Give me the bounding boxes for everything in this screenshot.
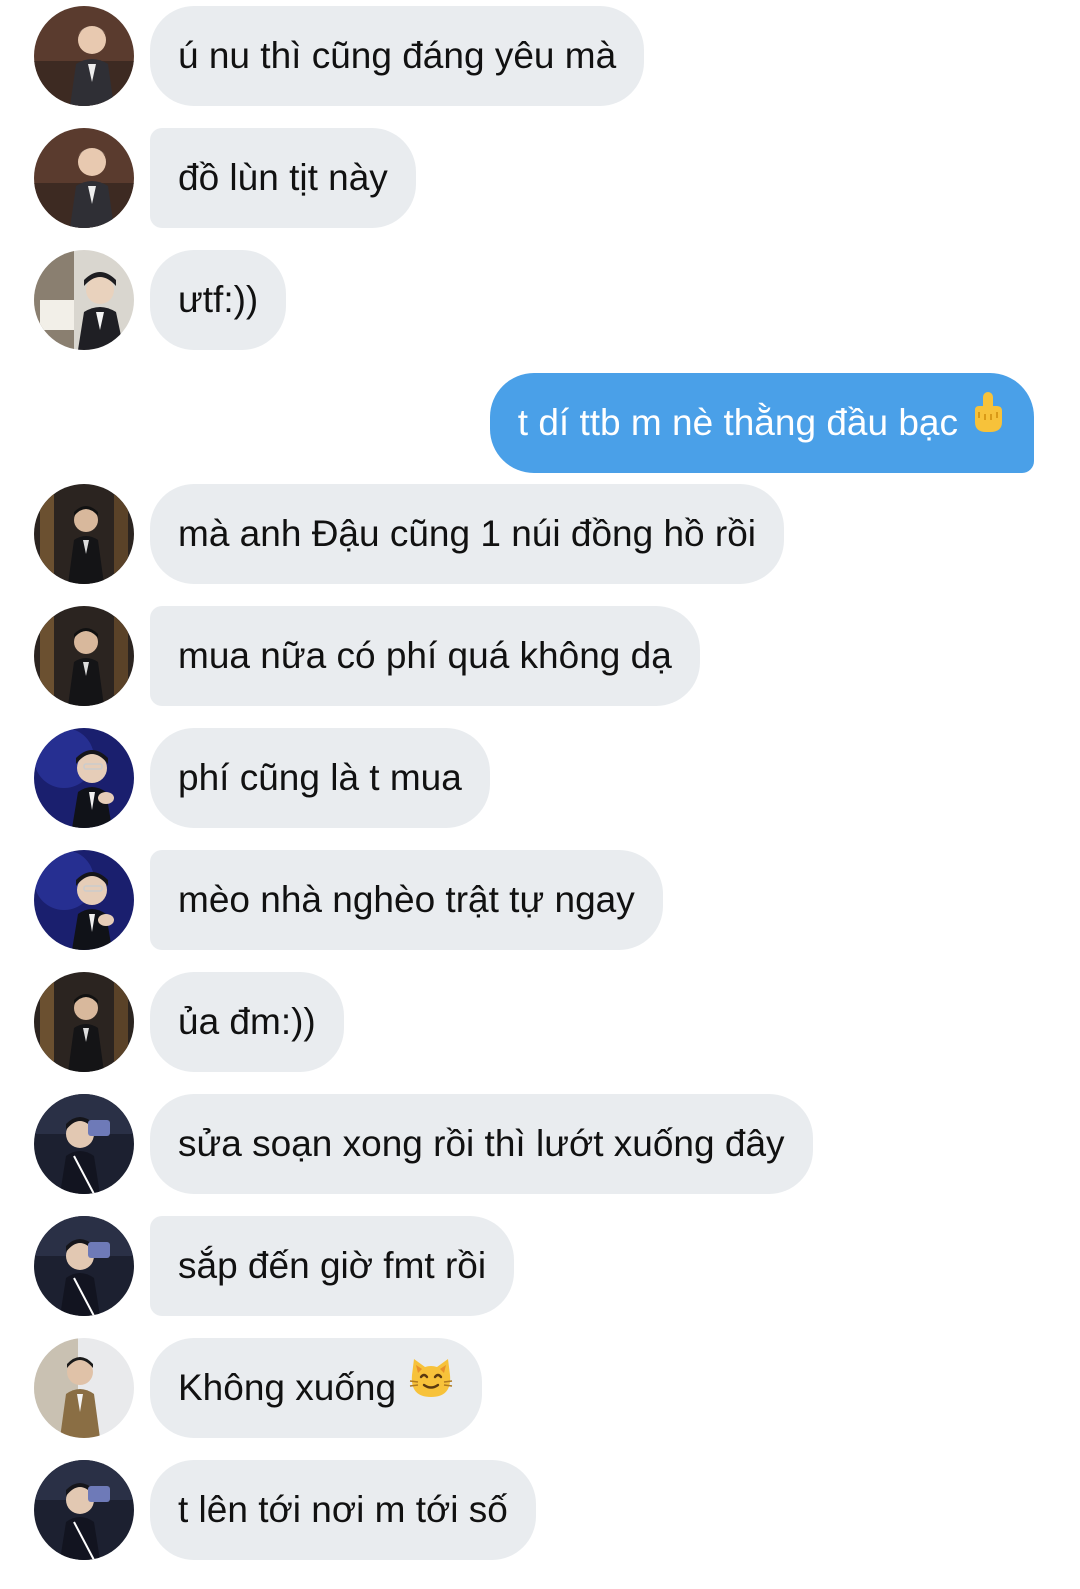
incoming-message-bubble[interactable]: đồ lùn tịt này — [150, 128, 416, 228]
smiling-cat-emoji-icon — [408, 1337, 454, 1437]
incoming-message-text: Không xuống — [178, 1367, 397, 1408]
avatar-photo-icon — [34, 6, 134, 106]
message-row: mua nữa có phí quá không dạ — [0, 606, 1080, 706]
avatar-photo-icon — [34, 850, 134, 950]
message-row: mèo nhà nghèo trật tự ngay — [0, 850, 1080, 950]
avatar-photo-icon — [34, 1216, 134, 1316]
outgoing-message-bubble[interactable]: t dí ttb m nè thằng đầu bạc — [489, 372, 1034, 473]
chat-thread: ú nu thì cũng đáng yêu mà đồ lùn tịt này — [0, 0, 1080, 1589]
message-row: ưtf:)) — [0, 250, 1080, 350]
avatar-3[interactable] — [34, 972, 134, 1072]
avatar-5[interactable] — [34, 1460, 134, 1560]
avatar-photo-icon — [34, 1460, 134, 1560]
incoming-message-bubble[interactable]: ú nu thì cũng đáng yêu mà — [150, 6, 645, 106]
incoming-message-bubble[interactable]: mua nữa có phí quá không dạ — [150, 606, 700, 706]
avatar-1[interactable] — [34, 6, 134, 106]
avatar-4[interactable] — [34, 850, 134, 950]
outgoing-message-text: t dí ttb m nè thằng đầu bạc — [517, 402, 958, 443]
incoming-message-bubble[interactable]: Không xuống — [150, 1337, 483, 1438]
avatar-photo-icon — [34, 1338, 134, 1438]
incoming-message-bubble[interactable]: ưtf:)) — [150, 250, 287, 350]
message-row: sửa soạn xong rồi thì lướt xuống đây — [0, 1094, 1080, 1194]
message-row: đồ lùn tịt này — [0, 128, 1080, 228]
avatar-photo-icon — [34, 972, 134, 1072]
avatar-photo-icon — [34, 728, 134, 828]
message-row: t lên tới nơi m tới số — [0, 1460, 1080, 1560]
avatar-5[interactable] — [34, 1094, 134, 1194]
message-row: sắp đến giờ fmt rồi — [0, 1216, 1080, 1316]
incoming-message-bubble[interactable]: phí cũng là t mua — [150, 728, 490, 828]
avatar-6[interactable] — [34, 1338, 134, 1438]
incoming-message-bubble[interactable]: mà anh Đậu cũng 1 núi đồng hồ rồi — [150, 484, 785, 584]
avatar-2[interactable] — [34, 250, 134, 350]
avatar-3[interactable] — [34, 484, 134, 584]
avatar-3[interactable] — [34, 606, 134, 706]
avatar-1[interactable] — [34, 128, 134, 228]
incoming-message-bubble[interactable]: mèo nhà nghèo trật tự ngay — [150, 850, 663, 950]
message-row: ú nu thì cũng đáng yêu mà — [0, 6, 1080, 106]
message-row: ủa đm:)) — [0, 972, 1080, 1072]
avatar-photo-icon — [34, 606, 134, 706]
incoming-message-bubble[interactable]: ủa đm:)) — [150, 972, 344, 1072]
incoming-message-bubble[interactable]: sửa soạn xong rồi thì lướt xuống đây — [150, 1094, 813, 1194]
middle-finger-emoji-icon — [970, 372, 1006, 472]
avatar-5[interactable] — [34, 1216, 134, 1316]
message-row: t dí ttb m nè thằng đầu bạc — [0, 373, 1080, 473]
avatar-photo-icon — [34, 1094, 134, 1194]
avatar-photo-icon — [34, 250, 134, 350]
message-row: phí cũng là t mua — [0, 728, 1080, 828]
avatar-4[interactable] — [34, 728, 134, 828]
incoming-message-bubble[interactable]: t lên tới nơi m tới số — [150, 1460, 536, 1560]
avatar-photo-icon — [34, 484, 134, 584]
avatar-photo-icon — [34, 128, 134, 228]
message-row: Không xuống — [0, 1338, 1080, 1438]
message-row: mà anh Đậu cũng 1 núi đồng hồ rồi — [0, 484, 1080, 584]
incoming-message-bubble[interactable]: sắp đến giờ fmt rồi — [150, 1216, 515, 1316]
